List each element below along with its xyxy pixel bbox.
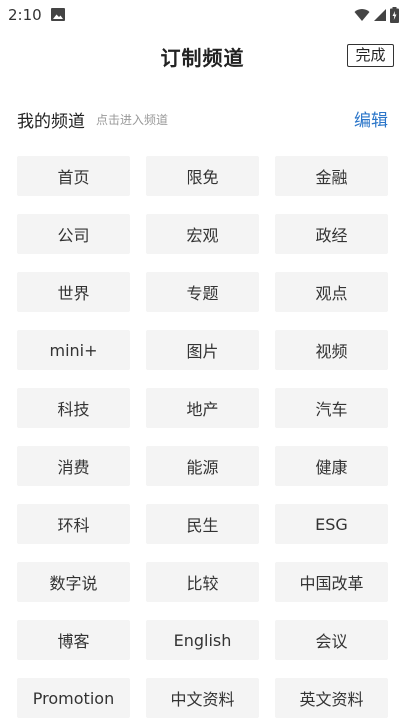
channel-chip[interactable]: Promotion	[17, 678, 130, 718]
channel-chip[interactable]: 金融	[275, 156, 388, 196]
channel-chip[interactable]: 消费	[17, 446, 130, 486]
section-hint: 点击进入频道	[96, 113, 169, 127]
channel-chip[interactable]: ESG	[275, 504, 388, 544]
channel-chip[interactable]: 汽车	[275, 388, 388, 428]
channel-chip[interactable]: 科技	[17, 388, 130, 428]
channel-chip[interactable]: 比较	[146, 562, 259, 602]
signal-icon	[374, 9, 386, 21]
status-icons	[354, 6, 399, 24]
image-icon	[51, 8, 65, 21]
battery-icon	[390, 7, 399, 23]
channel-chip[interactable]: 公司	[17, 214, 130, 254]
channel-chip[interactable]: 专题	[146, 272, 259, 312]
channel-grid: 首页 限免 金融 公司 宏观 政经 世界 专题 观点 mini+ 图片 视频 科…	[17, 156, 389, 718]
channel-chip[interactable]: 宏观	[146, 214, 259, 254]
my-channels-header: 我的频道 点击进入频道 编辑	[0, 104, 405, 134]
channel-chip[interactable]: 地产	[146, 388, 259, 428]
channel-chip[interactable]: 博客	[17, 620, 130, 660]
channel-chip[interactable]: 中文资料	[146, 678, 259, 718]
channel-chip[interactable]: 民生	[146, 504, 259, 544]
section-title: 我的频道	[17, 112, 85, 132]
channel-chip[interactable]: 政经	[275, 214, 388, 254]
channel-chip[interactable]: 首页	[17, 156, 130, 196]
page-title: 订制频道	[160, 46, 245, 70]
channel-chip[interactable]: 限免	[146, 156, 259, 196]
status-time: 2:10	[8, 6, 42, 24]
channel-chip[interactable]: 健康	[275, 446, 388, 486]
channel-chip[interactable]: mini+	[17, 330, 130, 370]
channel-chip[interactable]: 能源	[146, 446, 259, 486]
channel-chip[interactable]: 数字说	[17, 562, 130, 602]
channel-chip[interactable]: English	[146, 620, 259, 660]
edit-button[interactable]: 编辑	[354, 106, 388, 131]
wifi-icon	[354, 9, 370, 21]
channel-chip[interactable]: 图片	[146, 330, 259, 370]
channel-chip[interactable]: 中国改革	[275, 562, 388, 602]
channel-chip[interactable]: 环科	[17, 504, 130, 544]
status-bar: 2:10	[0, 0, 405, 30]
channel-chip[interactable]: 会议	[275, 620, 388, 660]
channel-chip[interactable]: 英文资料	[275, 678, 388, 718]
channel-chip[interactable]: 视频	[275, 330, 388, 370]
done-button[interactable]: 完成	[347, 44, 394, 67]
header-bar: 订制频道 完成	[0, 30, 405, 82]
channel-chip[interactable]: 世界	[17, 272, 130, 312]
channel-chip[interactable]: 观点	[275, 272, 388, 312]
